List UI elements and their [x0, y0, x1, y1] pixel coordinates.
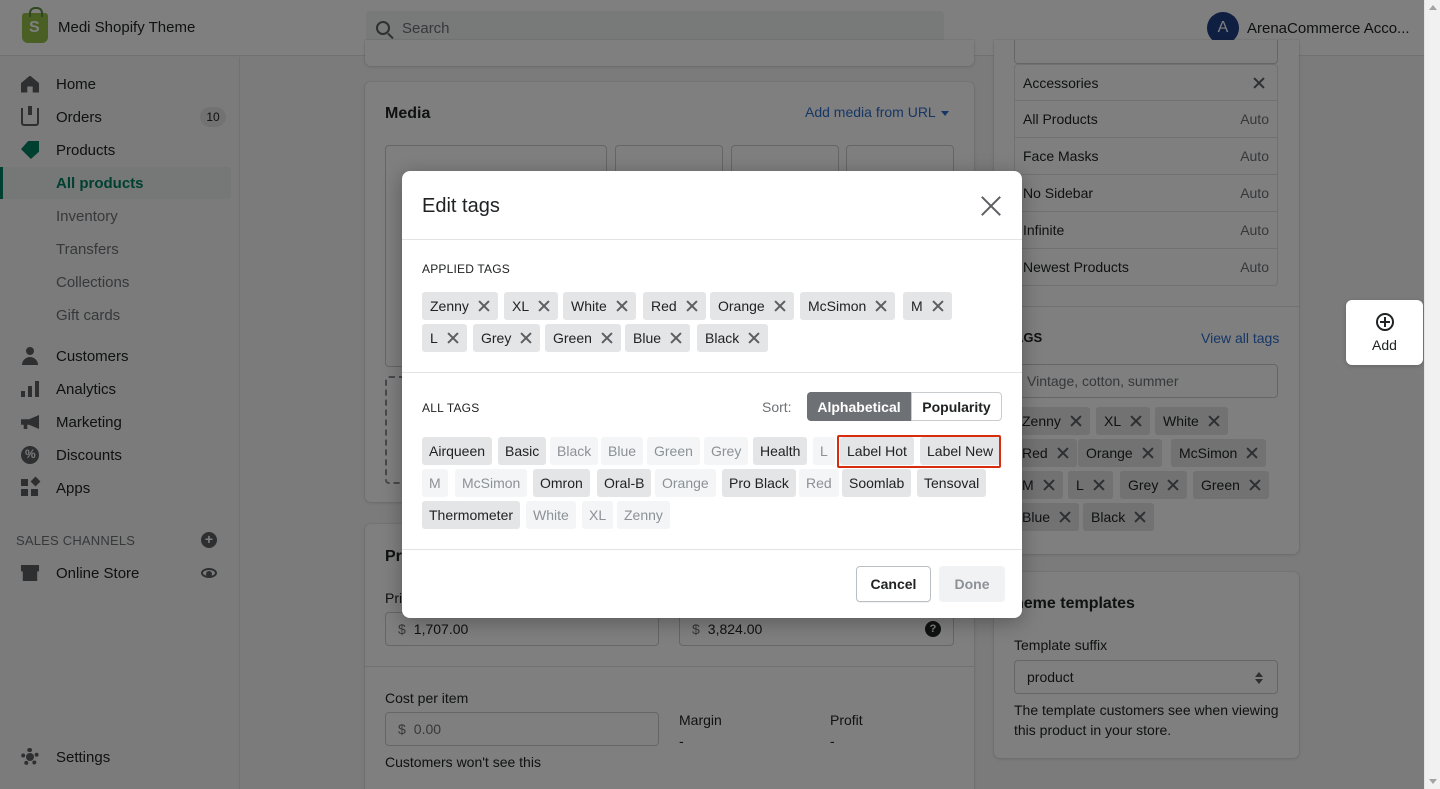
highlight-box: [837, 435, 1001, 468]
scroll-up-icon[interactable]: [1429, 5, 1437, 10]
close-icon[interactable]: [686, 300, 698, 312]
divider: [402, 372, 1022, 373]
applied-tag-chip: XL: [504, 292, 559, 320]
tag-option[interactable]: Black: [550, 437, 599, 465]
applied-tag-chip: L: [422, 324, 467, 352]
close-icon[interactable]: [520, 332, 532, 344]
tag-option[interactable]: McSimon: [455, 469, 528, 497]
tag-option[interactable]: Blue: [601, 437, 644, 465]
close-icon[interactable]: [980, 195, 1002, 217]
applied-tag-chip: Zenny: [422, 292, 498, 320]
tag-option[interactable]: Tensoval: [917, 469, 987, 497]
add-button-label: Add: [1372, 336, 1397, 353]
close-icon[interactable]: [447, 332, 459, 344]
cancel-button[interactable]: Cancel: [856, 566, 931, 602]
tag-option[interactable]: M: [422, 469, 448, 497]
applied-tags-heading: APPLIED TAGS: [422, 262, 510, 276]
scrollbar[interactable]: [1424, 0, 1440, 789]
close-icon[interactable]: [875, 300, 887, 312]
tag-option[interactable]: Airqueen: [422, 437, 493, 465]
applied-tag-chip: Orange: [710, 292, 794, 320]
applied-tag-chip: Black: [697, 324, 769, 352]
tag-option[interactable]: L: [813, 437, 835, 465]
sort-label: Sort:: [762, 399, 792, 415]
tag-option[interactable]: Orange: [655, 469, 716, 497]
close-icon[interactable]: [670, 332, 682, 344]
tag-option[interactable]: XL: [582, 501, 614, 529]
edit-tags-modal: Edit tags APPLIED TAGS Zenny XL White Re…: [402, 171, 1022, 618]
sort-popularity-button[interactable]: Popularity: [911, 392, 1002, 421]
close-icon[interactable]: [932, 300, 944, 312]
close-icon[interactable]: [748, 332, 760, 344]
applied-tag-chip: White: [563, 292, 636, 320]
done-button[interactable]: Done: [939, 566, 1005, 602]
applied-tags-row2: L Grey Green Blue Black: [422, 324, 1002, 352]
applied-tag-chip: Grey: [473, 324, 541, 352]
close-icon[interactable]: [774, 300, 786, 312]
tag-option[interactable]: Thermometer: [422, 501, 521, 529]
close-icon[interactable]: [601, 332, 613, 344]
applied-tag-chip: M: [903, 292, 952, 320]
close-icon[interactable]: [478, 300, 490, 312]
tag-option[interactable]: Oral-B: [597, 469, 652, 497]
applied-tag-chip: Red: [643, 292, 706, 320]
applied-tag-chip: Blue: [625, 324, 691, 352]
applied-tag-chip: Green: [545, 324, 621, 352]
tag-option[interactable]: Health: [753, 437, 808, 465]
modal-title: Edit tags: [422, 195, 500, 217]
tag-option[interactable]: Red: [799, 469, 839, 497]
close-icon[interactable]: [616, 300, 628, 312]
plus-circle-icon: [1375, 312, 1394, 331]
tag-option[interactable]: Soomlab: [842, 469, 912, 497]
all-tags-heading: ALL TAGS: [422, 401, 480, 415]
tag-option[interactable]: Green: [647, 437, 700, 465]
add-button[interactable]: Add: [1346, 300, 1423, 365]
tag-option[interactable]: Omron: [533, 469, 590, 497]
tag-option[interactable]: Zenny: [617, 501, 670, 529]
tag-option[interactable]: Pro Black: [722, 469, 796, 497]
tag-option[interactable]: White: [526, 501, 576, 529]
applied-tag-chip: McSimon: [800, 292, 896, 320]
scroll-down-icon[interactable]: [1429, 779, 1437, 784]
sort-alphabetical-button[interactable]: Alphabetical: [807, 392, 911, 421]
divider: [402, 239, 1022, 240]
tag-option[interactable]: Grey: [704, 437, 749, 465]
applied-tags-row1: Zenny XL White Red Orange McSimon M: [422, 292, 1002, 320]
divider: [402, 549, 1022, 550]
tag-option[interactable]: Basic: [498, 437, 547, 465]
close-icon[interactable]: [538, 300, 550, 312]
